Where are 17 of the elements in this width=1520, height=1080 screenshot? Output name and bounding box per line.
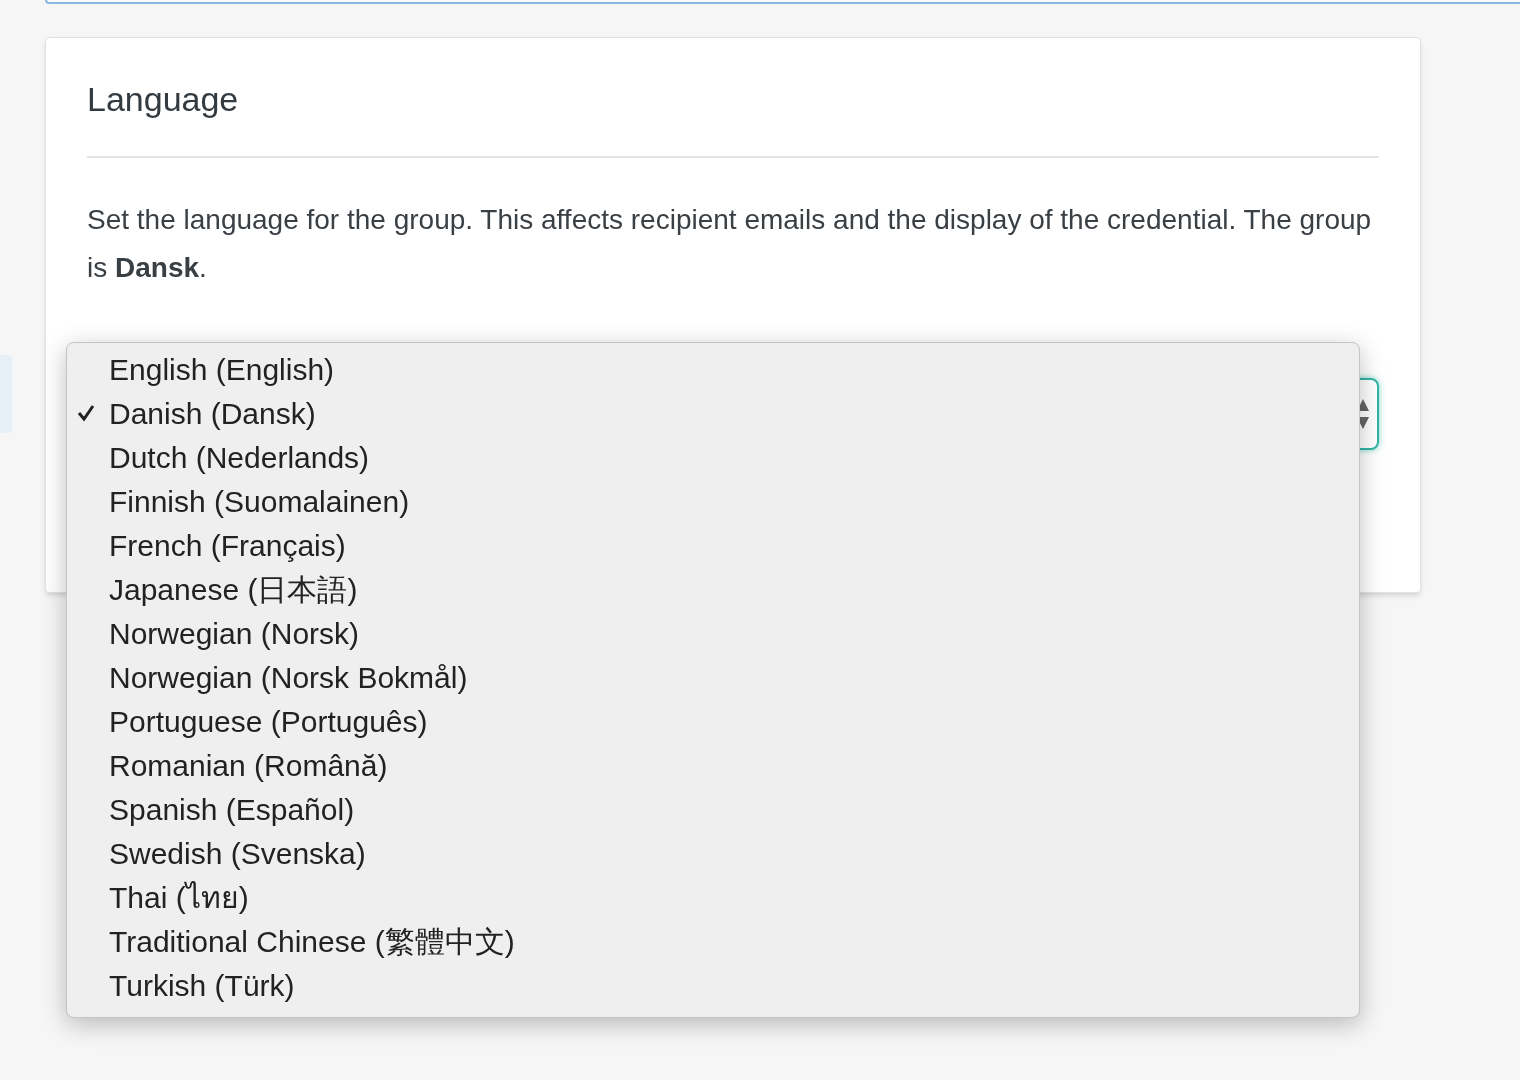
menu-item[interactable]: Romanian (Română) bbox=[67, 743, 1359, 787]
menu-item[interactable]: Norwegian (Norsk) bbox=[67, 611, 1359, 655]
section-title: Language bbox=[87, 82, 240, 116]
menu-item[interactable]: Turkish (Türk) bbox=[67, 963, 1359, 1007]
menu-item[interactable]: Japanese (日本語) bbox=[67, 567, 1359, 611]
menu-item[interactable]: Swedish (Svenska) bbox=[67, 831, 1359, 875]
menu-item[interactable]: Danish (Dansk) bbox=[67, 391, 1359, 435]
menu-item[interactable]: Dutch (Nederlands) bbox=[67, 435, 1359, 479]
menu-item[interactable]: Finnish (Suomalainen) bbox=[67, 479, 1359, 523]
menu-item[interactable]: Traditional Chinese (繁體中文) bbox=[67, 919, 1359, 963]
menu-item[interactable]: English (English) bbox=[67, 347, 1359, 391]
menu-item[interactable]: French (Français) bbox=[67, 523, 1359, 567]
description-text: Set the language for the group. This affects recipient emails and the display of the credential. The group is Dansk. bbox=[87, 203, 1373, 285]
menu-item[interactable]: Norwegian (Norsk Bokmål) bbox=[67, 655, 1359, 699]
menu-item[interactable]: Thai (ไทย) bbox=[67, 875, 1359, 919]
menu-item[interactable]: Spanish (Español) bbox=[67, 787, 1359, 831]
menu-item[interactable]: Portuguese (Português) bbox=[67, 699, 1359, 743]
